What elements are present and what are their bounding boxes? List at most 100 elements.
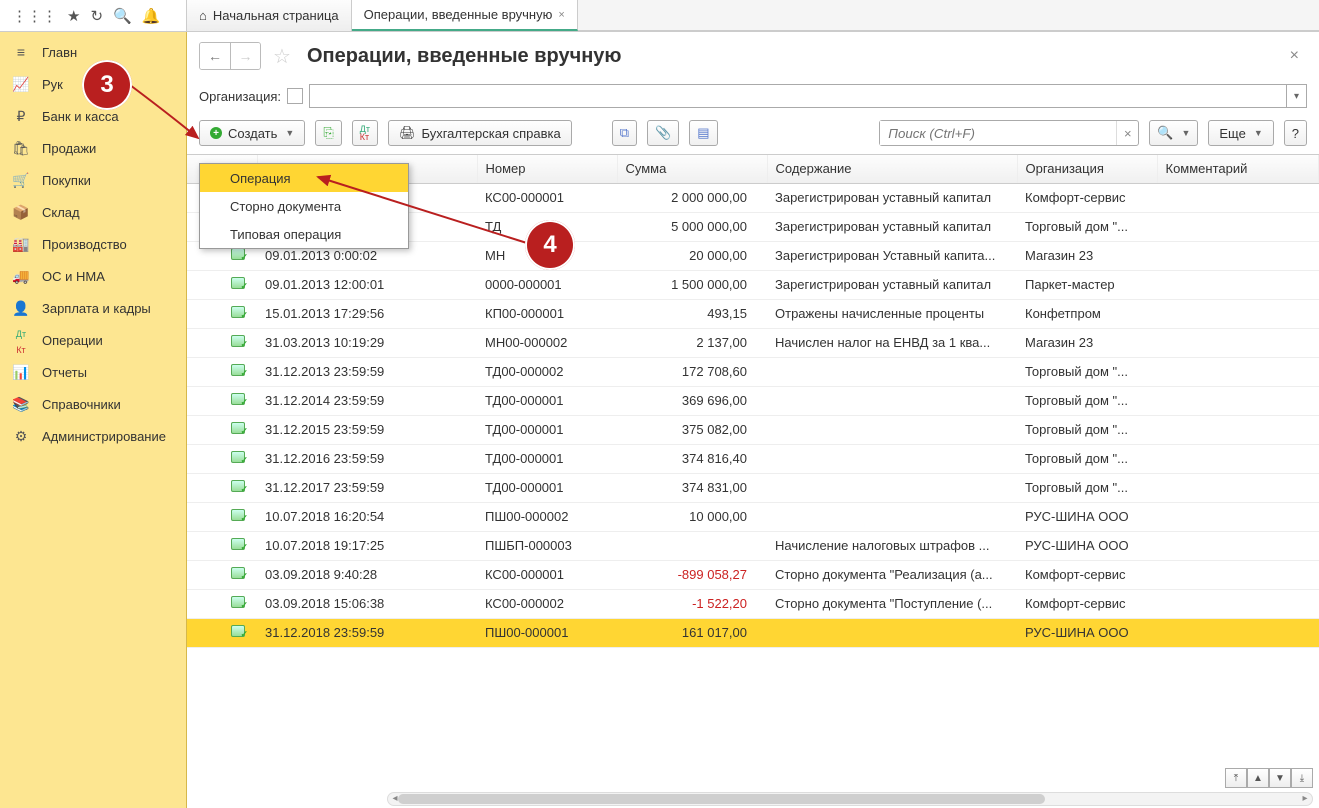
dropdown-item-typical[interactable]: Типовая операция <box>200 220 408 248</box>
dtkt-button[interactable]: ДтКт <box>352 120 378 146</box>
apps-icon[interactable]: ⋮⋮⋮ <box>12 7 57 25</box>
sidebar-item-7[interactable]: 🚚ОС и НМА <box>0 260 186 292</box>
table-row[interactable]: 10.07.2018 19:17:25ПШБП-000003Начисление… <box>187 531 1319 560</box>
cell <box>1157 241 1319 270</box>
register-button[interactable]: ⧉ <box>612 120 637 146</box>
star-icon[interactable]: ★ <box>67 7 80 25</box>
col-2[interactable]: Сумма <box>617 155 767 183</box>
cell: 31.12.2017 23:59:59 <box>257 473 477 502</box>
scroll-right-icon[interactable]: ▸ <box>1298 793 1312 805</box>
paperclip-icon: 📎 <box>655 125 671 141</box>
nav-label: Зарплата и кадры <box>42 301 151 316</box>
register-icon: ⧉ <box>620 125 629 141</box>
org-field[interactable] <box>310 85 1286 107</box>
favorite-icon[interactable]: ☆ <box>269 44 295 69</box>
cell: КС00-000001 <box>477 560 617 589</box>
table-row[interactable]: 31.12.2013 23:59:59ТД00-000002172 708,60… <box>187 357 1319 386</box>
create-button[interactable]: + Создать ▼ <box>199 120 305 146</box>
org-checkbox[interactable] <box>287 88 303 104</box>
table-row[interactable]: 15.01.2013 17:29:56КП00-000001493,15Отра… <box>187 299 1319 328</box>
more-label: Еще <box>1219 126 1245 141</box>
cell: Комфорт-сервис <box>1017 560 1157 589</box>
help-button[interactable]: ? <box>1284 120 1307 146</box>
dropdown-item-operation[interactable]: Операция <box>200 164 408 192</box>
table-row[interactable]: 31.12.2018 23:59:59ПШ00-000001161 017,00… <box>187 618 1319 647</box>
search-icon[interactable]: 🔍 <box>113 7 132 25</box>
search-icon: 🔍 <box>1157 125 1173 141</box>
history-icon[interactable]: ↻ <box>90 7 103 25</box>
close-icon[interactable]: × <box>1282 43 1307 69</box>
more-button[interactable]: Еще ▼ <box>1208 120 1273 146</box>
last-row-button[interactable]: ⤓ <box>1291 768 1313 788</box>
table-row[interactable]: 31.03.2013 10:19:29МН00-0000022 137,00На… <box>187 328 1319 357</box>
copy-button[interactable]: ⎘ <box>315 120 341 146</box>
cell: Зарегистрирован уставный капитал <box>767 212 1017 241</box>
cell: 161 017,00 <box>617 618 767 647</box>
cell: Конфетпром <box>1017 299 1157 328</box>
sidebar-item-5[interactable]: 📦Склад <box>0 196 186 228</box>
forward-button[interactable]: → <box>230 43 260 69</box>
dropdown-item-storno[interactable]: Сторно документа <box>200 192 408 220</box>
cell: 09.01.2013 12:00:01 <box>257 270 477 299</box>
cell: ТД00-000002 <box>477 357 617 386</box>
close-icon[interactable]: × <box>558 9 564 21</box>
chevron-down-icon[interactable]: ▾ <box>1286 85 1306 107</box>
scroll-thumb[interactable] <box>398 794 1045 804</box>
list-button[interactable]: ▤ <box>689 120 717 146</box>
cell: 10 000,00 <box>617 502 767 531</box>
next-row-button[interactable]: ▼ <box>1269 768 1291 788</box>
bell-icon[interactable]: 🔔 <box>142 7 161 25</box>
nav-icon: 📊 <box>12 364 30 381</box>
cell: 172 708,60 <box>617 357 767 386</box>
nav-icon: 📦 <box>12 204 30 221</box>
table-row[interactable]: 03.09.2018 9:40:28КС00-000001-899 058,27… <box>187 560 1319 589</box>
cell: ТД00-000001 <box>477 473 617 502</box>
tab-operations[interactable]: Операции, введенные вручную × <box>352 0 578 31</box>
h-scrollbar[interactable]: ◂ ▸ <box>387 792 1313 806</box>
cell: КС00-000001 <box>477 183 617 212</box>
sidebar-item-10[interactable]: 📊Отчеты <box>0 356 186 388</box>
cell: Магазин 23 <box>1017 328 1157 357</box>
dtkt-icon: ДтКт <box>360 125 370 141</box>
table-row[interactable]: 31.12.2014 23:59:59ТД00-000001369 696,00… <box>187 386 1319 415</box>
cell: Зарегистрирован Уставный капита... <box>767 241 1017 270</box>
sidebar-item-4[interactable]: 🛒Покупки <box>0 164 186 196</box>
clear-icon[interactable]: × <box>1116 121 1138 145</box>
search-input[interactable] <box>880 121 1116 145</box>
cell: Торговый дом "... <box>1017 212 1157 241</box>
accounting-report-button[interactable]: 🖨 Бухгалтерская справка <box>388 120 572 146</box>
col-3[interactable]: Содержание <box>767 155 1017 183</box>
sidebar-item-11[interactable]: 📚Справочники <box>0 388 186 420</box>
attach-button[interactable]: 📎 <box>647 120 679 146</box>
sidebar-item-8[interactable]: 👤Зарплата и кадры <box>0 292 186 324</box>
tab-home[interactable]: ⌂ Начальная страница <box>187 0 352 31</box>
table-row[interactable]: 31.12.2017 23:59:59ТД00-000001374 831,00… <box>187 473 1319 502</box>
sidebar: ≡Главн📈Рук₽Банк и касса🛍Продажи🛒Покупки📦… <box>0 32 187 808</box>
sidebar-item-6[interactable]: 🏭Производство <box>0 228 186 260</box>
sidebar-item-9[interactable]: ДтКтОперации <box>0 324 186 356</box>
find-button[interactable]: 🔍▼ <box>1149 120 1198 146</box>
org-input[interactable]: ▾ <box>309 84 1307 108</box>
cell <box>1157 415 1319 444</box>
table-row[interactable]: 03.09.2018 15:06:38КС00-000002-1 522,20С… <box>187 589 1319 618</box>
sidebar-item-12[interactable]: ⚙Администрирование <box>0 420 186 452</box>
first-row-button[interactable]: ⤒ <box>1225 768 1247 788</box>
sidebar-item-3[interactable]: 🛍Продажи <box>0 132 186 164</box>
col-1[interactable]: Номер <box>477 155 617 183</box>
prev-row-button[interactable]: ▲ <box>1247 768 1269 788</box>
nav-label: Справочники <box>42 397 121 412</box>
table-row[interactable]: 31.12.2015 23:59:59ТД00-000001375 082,00… <box>187 415 1319 444</box>
chevron-down-icon: ▼ <box>1254 128 1263 138</box>
col-5[interactable]: Комментарий <box>1157 155 1319 183</box>
back-button[interactable]: ← <box>200 43 230 69</box>
table-row[interactable]: 10.07.2018 16:20:54ПШ00-00000210 000,00Р… <box>187 502 1319 531</box>
table-row[interactable]: 09.01.2013 12:00:010000-0000011 500 000,… <box>187 270 1319 299</box>
col-4[interactable]: Организация <box>1017 155 1157 183</box>
nav-icon: ₽ <box>12 108 30 125</box>
tab-strip: ⌂ Начальная страница Операции, введенные… <box>187 0 578 31</box>
search-box[interactable]: × <box>879 120 1139 146</box>
cell: ПШ00-000001 <box>477 618 617 647</box>
document-icon <box>231 306 245 318</box>
table-row[interactable]: 31.12.2016 23:59:59ТД00-000001374 816,40… <box>187 444 1319 473</box>
cell: 374 831,00 <box>617 473 767 502</box>
